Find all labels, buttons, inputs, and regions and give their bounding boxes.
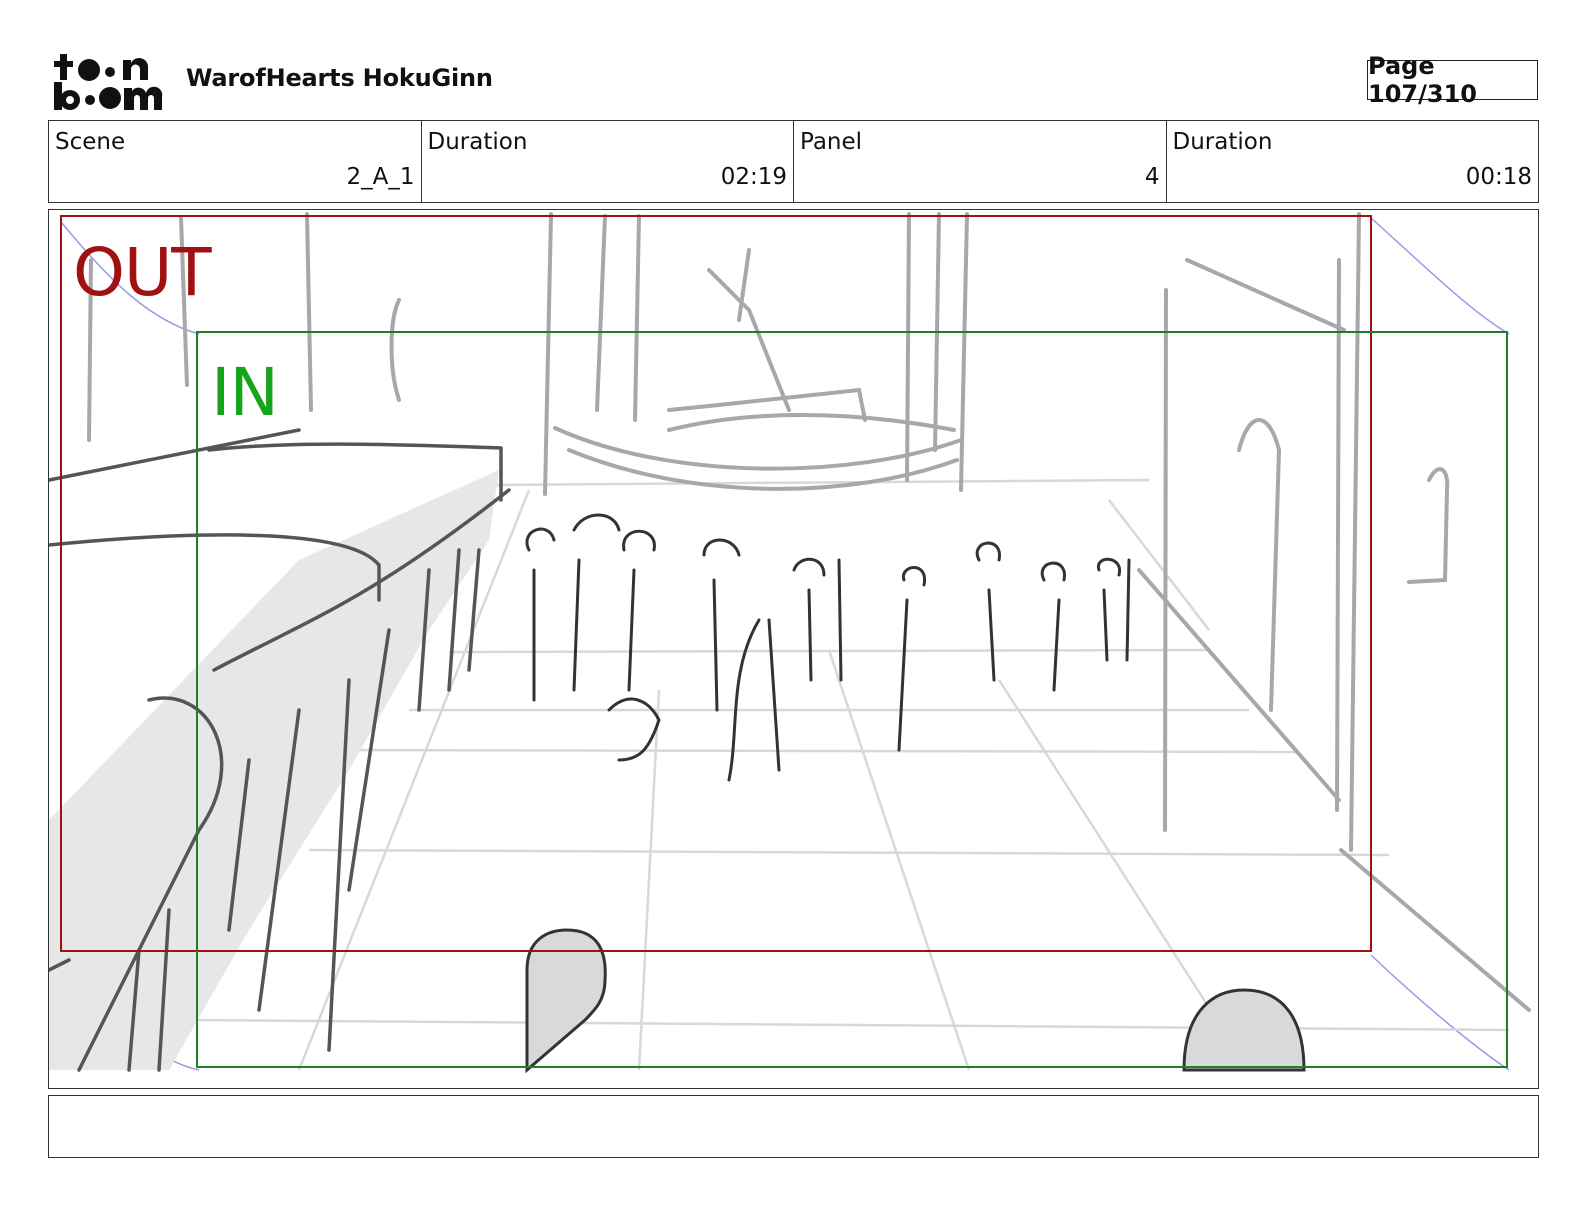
scene-cell: Scene 2_A_1 bbox=[49, 121, 422, 202]
scene-label: Scene bbox=[55, 129, 126, 155]
scene-duration-label: Duration bbox=[427, 129, 528, 155]
scene-duration-cell: Duration 02:19 bbox=[422, 121, 794, 202]
in-frame bbox=[196, 331, 1508, 1068]
toon-boom-logo bbox=[54, 54, 163, 110]
panel-label: Panel bbox=[800, 129, 863, 155]
panel-value: 4 bbox=[1144, 164, 1160, 190]
scene-value: 2_A_1 bbox=[346, 164, 415, 190]
scene-info-bar: Scene 2_A_1 Duration 02:19 Panel 4 Durat… bbox=[48, 120, 1539, 203]
in-frame-label: IN bbox=[211, 354, 279, 431]
panel-cell: Panel 4 bbox=[794, 121, 1167, 202]
out-frame-label: OUT bbox=[73, 234, 212, 311]
page-counter: Page 107/310 bbox=[1367, 52, 1538, 108]
panel-sketch bbox=[49, 212, 1531, 1074]
storyboard-panel: OUT IN bbox=[48, 209, 1539, 1089]
panel-notes bbox=[48, 1095, 1539, 1158]
scene-duration-value: 02:19 bbox=[720, 164, 787, 190]
panel-duration-value: 00:18 bbox=[1465, 164, 1532, 190]
panel-duration-label: Duration bbox=[1172, 129, 1273, 155]
panel-duration-cell: Duration 00:18 bbox=[1167, 121, 1539, 202]
project-title: WarofHearts HokuGinn bbox=[186, 64, 493, 92]
